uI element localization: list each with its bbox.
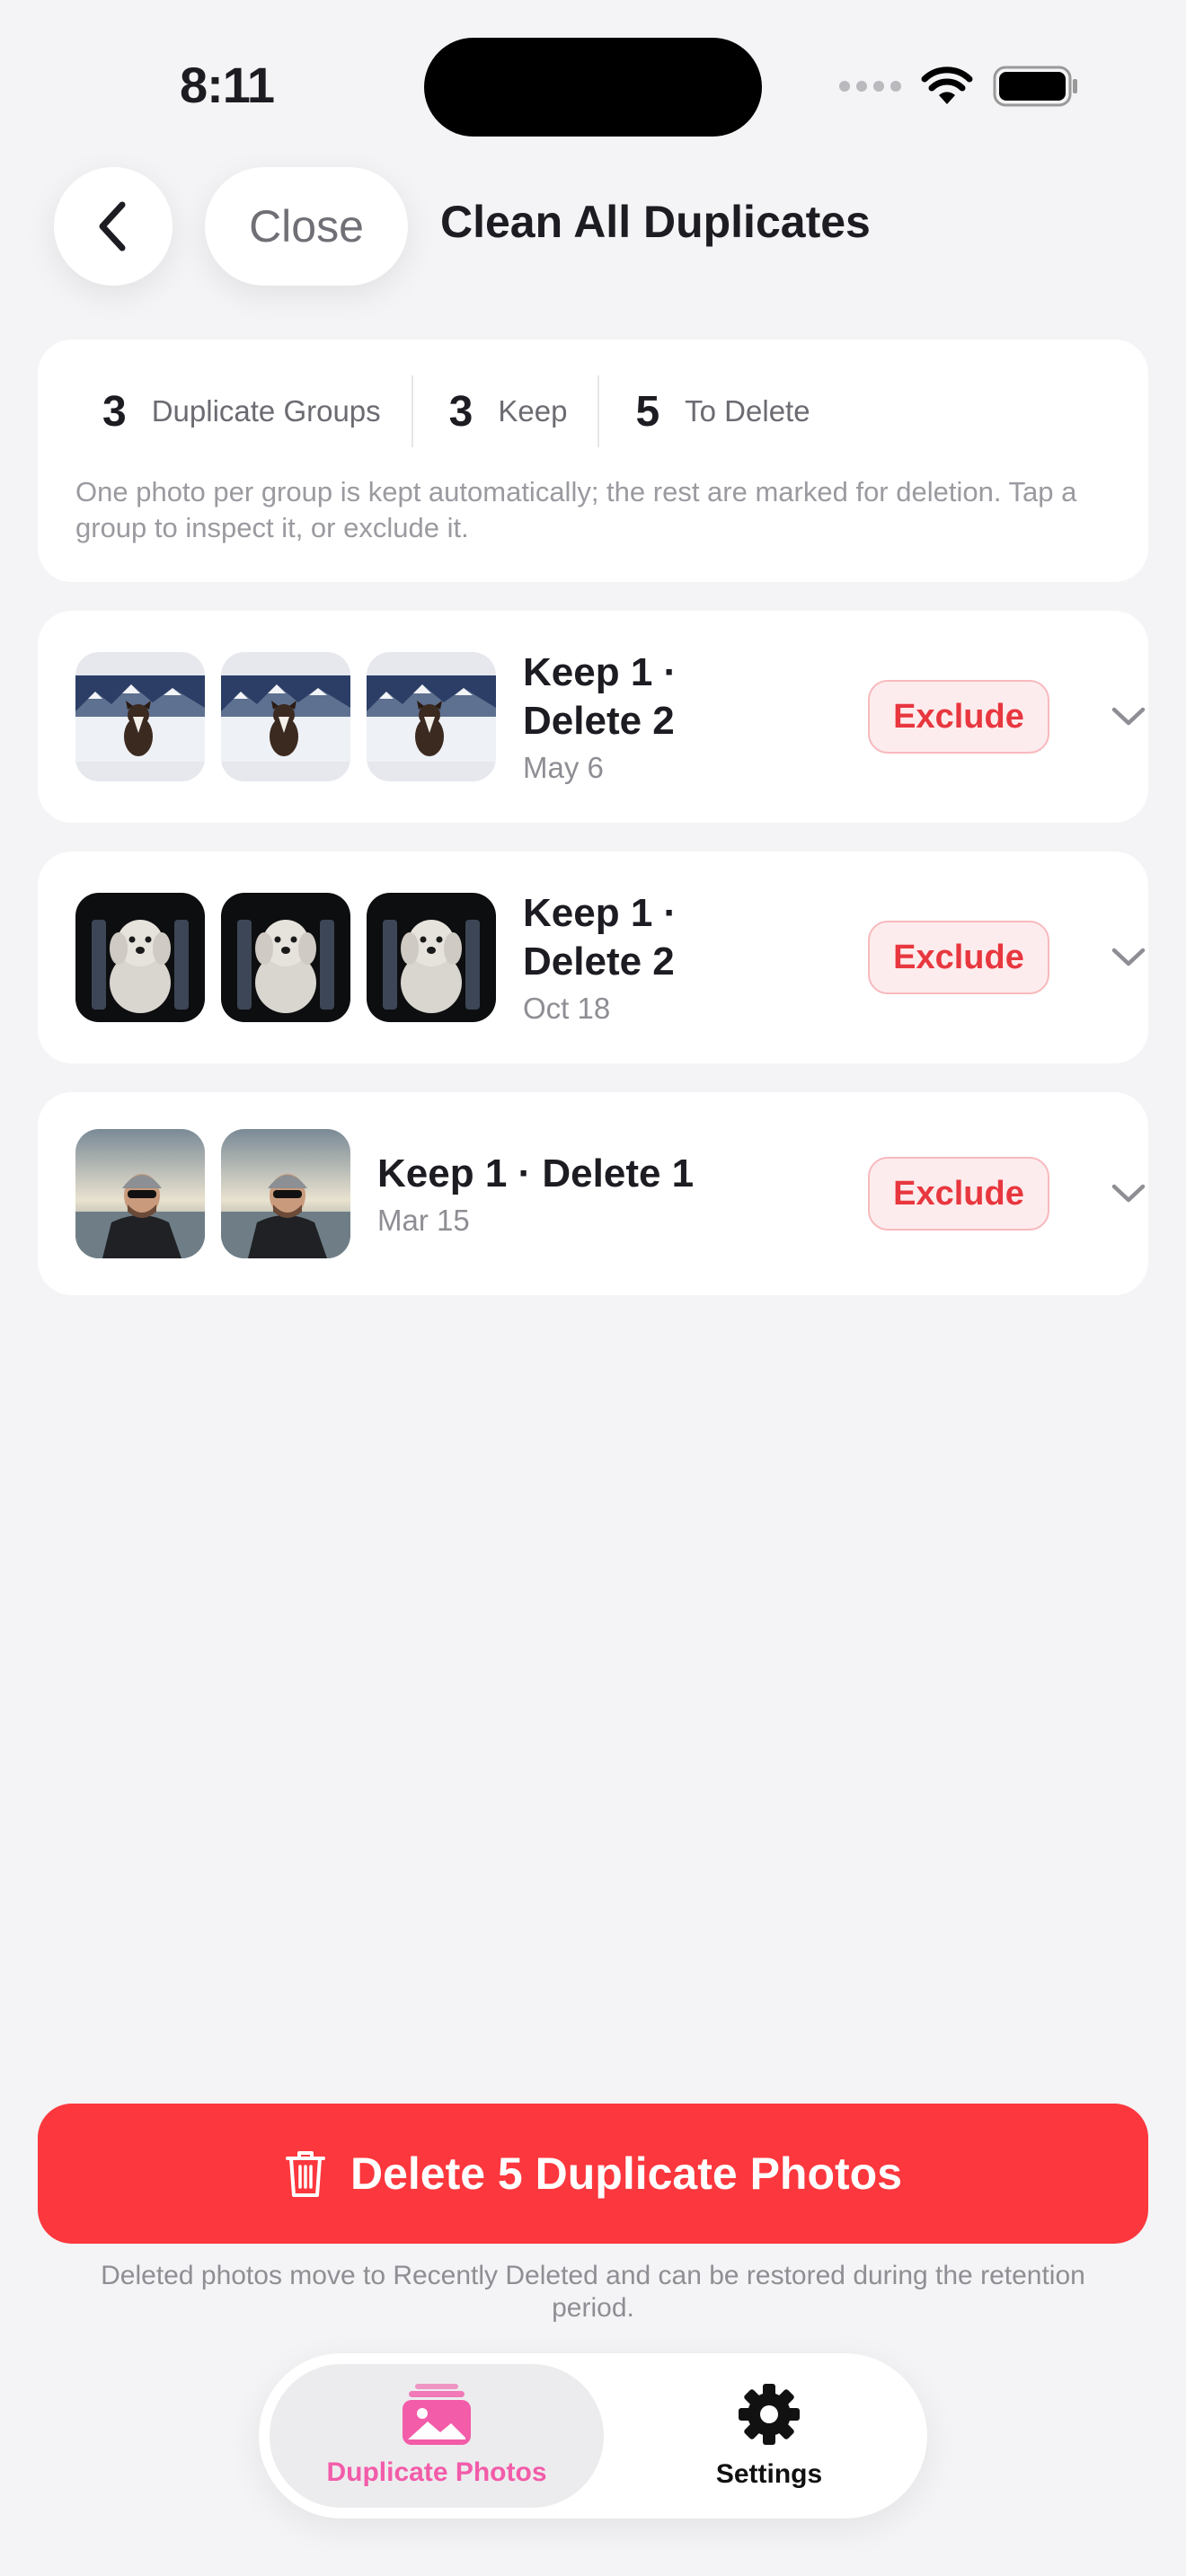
gear-icon — [739, 2384, 800, 2445]
group-title-line: Delete 2 — [523, 699, 675, 743]
group-title-line: Keep 1 · — [523, 650, 677, 694]
photo-thumbnail[interactable] — [75, 652, 205, 781]
group-thumbnails — [75, 652, 496, 781]
photo-thumbnail[interactable] — [75, 893, 205, 1022]
close-button[interactable]: Close — [205, 167, 408, 286]
stat-value: 3 — [102, 387, 127, 436]
chevron-down-icon[interactable] — [1107, 695, 1150, 738]
delete-duplicates-button[interactable]: Delete 5 Duplicate Photos — [38, 2104, 1148, 2244]
group-date: Oct 18 — [523, 992, 611, 1025]
group-title: Keep 1 · Delete 1 — [377, 1150, 694, 1198]
photo-thumbnail[interactable] — [367, 652, 496, 781]
tab-label: Duplicate Photos — [326, 2457, 547, 2487]
tab-label: Settings — [715, 2459, 823, 2489]
summary-note: One photo per group is kept automaticall… — [75, 476, 1077, 543]
status-time: 8:11 — [180, 57, 275, 113]
tab-duplicate-photos[interactable]: Duplicate Photos — [270, 2364, 604, 2508]
exclude-button[interactable]: Exclude — [868, 680, 1049, 754]
back-button[interactable] — [54, 167, 173, 286]
summary-stats: 3 Duplicate Groups 3 Keep 5 To Delete — [38, 375, 841, 447]
summary-card: 3 Duplicate Groups 3 Keep 5 To Delete On… — [38, 340, 1148, 582]
group-title-line: Keep 1 · — [523, 891, 677, 935]
dynamic-island — [424, 38, 762, 137]
stat-keep: 3 Keep — [411, 375, 598, 447]
group-thumbnails — [75, 1129, 350, 1258]
photo-thumbnail[interactable] — [221, 893, 350, 1022]
group-date: Mar 15 — [377, 1204, 470, 1237]
chevron-down-icon[interactable] — [1107, 1172, 1150, 1215]
exclude-button[interactable]: Exclude — [868, 921, 1049, 994]
page-title: Clean All Duplicates — [440, 197, 871, 247]
battery-icon — [993, 66, 1077, 107]
duplicate-group[interactable]: Keep 1 · Delete 1 Mar 15 Exclude — [38, 1092, 1148, 1295]
cellular-signal-icon — [839, 81, 901, 92]
delete-note: Deleted photos move to Recently Deleted … — [101, 2261, 1085, 2323]
group-date: May 6 — [523, 751, 604, 784]
stat-to-delete: 5 To Delete — [597, 375, 840, 447]
exclude-button[interactable]: Exclude — [868, 1157, 1049, 1231]
photo-thumbnail[interactable] — [367, 893, 496, 1022]
group-title-line: Delete 2 — [523, 940, 675, 984]
photo-thumbnail[interactable] — [75, 1129, 205, 1258]
stat-label: Duplicate Groups — [151, 394, 381, 428]
group-thumbnails — [75, 893, 496, 1022]
status-icons — [839, 65, 1079, 108]
duplicate-group[interactable]: Keep 1 · Delete 2 Oct 18 Exclude — [38, 851, 1148, 1063]
chevron-left-icon — [99, 201, 126, 251]
chevron-down-icon[interactable] — [1107, 936, 1150, 979]
photo-thumbnail[interactable] — [221, 1129, 350, 1258]
stat-value: 3 — [448, 387, 474, 436]
group-title: Keep 1 · Delete 2 — [523, 648, 677, 745]
group-title-line: Keep 1 · Delete 1 — [377, 1151, 695, 1195]
tab-bar: Duplicate Photos Settings — [259, 2353, 927, 2519]
photo-thumbnail[interactable] — [221, 652, 350, 781]
trash-icon — [285, 2151, 325, 2197]
photos-stack-icon — [403, 2384, 471, 2445]
stat-duplicate-groups: 3 Duplicate Groups — [38, 375, 412, 447]
duplicate-group[interactable]: Keep 1 · Delete 2 May 6 Exclude — [38, 611, 1148, 823]
stat-label: To Delete — [685, 394, 810, 428]
stat-label: Keep — [498, 394, 568, 428]
delete-button-label: Delete 5 Duplicate Photos — [350, 2148, 903, 2199]
group-title: Keep 1 · Delete 2 — [523, 889, 677, 986]
wifi-icon — [921, 66, 973, 104]
tab-settings[interactable]: Settings — [625, 2364, 913, 2508]
stat-value: 5 — [635, 387, 660, 436]
